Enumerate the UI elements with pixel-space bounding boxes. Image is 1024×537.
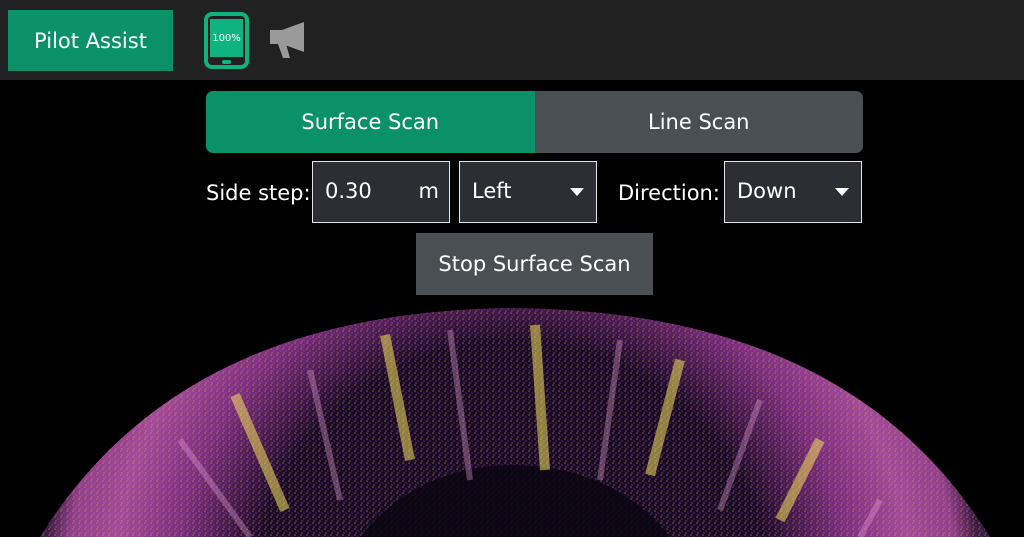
direction-select[interactable]: Down <box>724 161 862 223</box>
side-step-value: 0.30 <box>325 179 372 203</box>
megaphone-icon[interactable] <box>266 18 310 60</box>
top-bar: Pilot Assist 100% <box>0 0 1024 80</box>
chevron-down-icon <box>835 188 849 196</box>
stop-surface-scan-button[interactable]: Stop Surface Scan <box>416 233 653 295</box>
tab-line-scan[interactable]: Line Scan <box>534 91 863 153</box>
side-step-input[interactable]: 0.30 m <box>312 161 450 223</box>
direction-select-value: Down <box>737 179 797 203</box>
side-select-value: Left <box>472 179 512 203</box>
chevron-down-icon <box>570 188 584 196</box>
side-select[interactable]: Left <box>459 161 597 223</box>
tab-surface-scan[interactable]: Surface Scan <box>206 91 535 153</box>
pilot-assist-button[interactable]: Pilot Assist <box>8 10 173 71</box>
side-step-label: Side step: <box>206 181 311 205</box>
scan-mode-tabs: Surface Scan Line Scan <box>206 91 863 153</box>
battery-level-text: 100% <box>212 33 241 44</box>
side-step-unit: m <box>418 179 439 203</box>
direction-label: Direction: <box>618 181 720 205</box>
point-cloud-view[interactable] <box>0 300 1024 537</box>
